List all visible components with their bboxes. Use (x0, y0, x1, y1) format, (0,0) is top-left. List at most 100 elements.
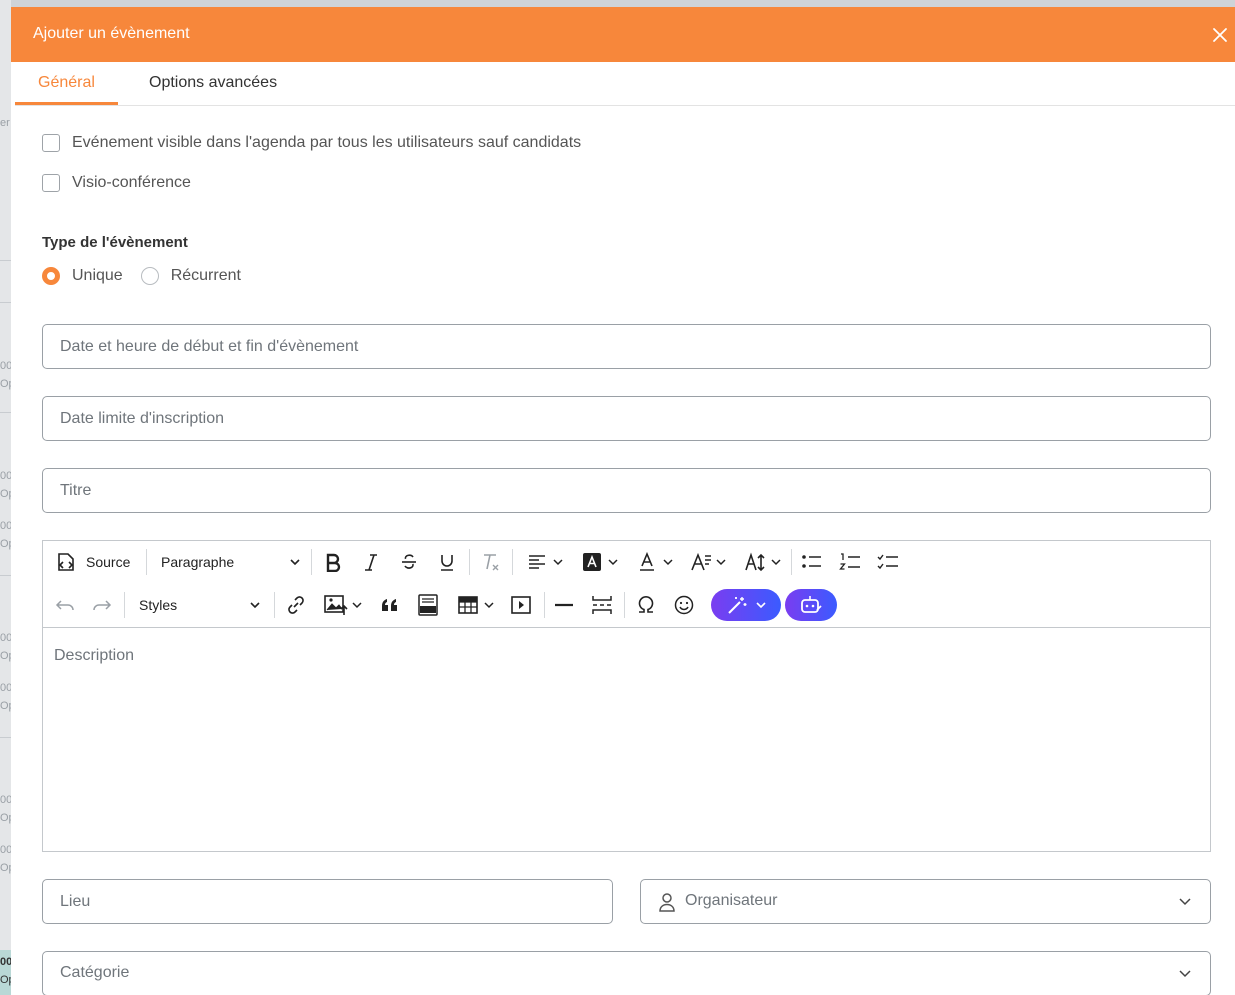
bg-divider (0, 412, 11, 413)
bg-text: 00 (0, 520, 11, 532)
location-field (42, 879, 613, 924)
toolbar-divider (624, 592, 625, 618)
toolbar-divider (469, 549, 470, 575)
tab-general[interactable]: Général (15, 62, 118, 105)
styles-dropdown[interactable]: Styles (139, 590, 261, 620)
magic-wand-icon (728, 597, 747, 614)
bg-divider (0, 575, 11, 576)
bg-text: Op (0, 974, 11, 986)
numbered-list-button[interactable] (838, 547, 862, 577)
add-event-modal: Ajouter un évènement Général Options ava… (11, 7, 1235, 995)
font-family-dropdown[interactable] (686, 547, 730, 577)
font-size-dropdown[interactable] (740, 547, 784, 577)
source-label: Source (86, 554, 131, 570)
align-left-icon (529, 555, 545, 569)
deadline-input[interactable] (43, 397, 1210, 440)
block-quote-button[interactable] (378, 590, 402, 620)
undo-icon (55, 600, 74, 611)
bg-text: Op (0, 812, 11, 824)
todo-list-icon (877, 554, 898, 570)
organizer-select[interactable]: Organisateur (640, 879, 1211, 924)
chevron-down-icon (1179, 970, 1191, 978)
background-color-dropdown[interactable] (578, 547, 622, 577)
bg-text: 00 (0, 844, 11, 856)
title-input[interactable] (43, 469, 1210, 512)
redo-icon (93, 600, 112, 611)
ai-chat-button[interactable] (785, 589, 837, 621)
insert-media-button[interactable] (509, 590, 533, 620)
ai-assistant-dropdown[interactable] (711, 589, 781, 621)
radio-recurrent-label[interactable]: Récurrent (171, 267, 241, 285)
visible-to-all-checkbox[interactable] (42, 134, 60, 152)
font-color-icon (640, 552, 654, 571)
bg-text: 00 (0, 794, 11, 806)
location-input[interactable] (43, 880, 612, 923)
radio-unique-label[interactable]: Unique (72, 267, 123, 285)
video-conference-checkbox[interactable] (42, 174, 60, 192)
visible-to-all-label: Evénement visible dans l'agenda par tous… (72, 134, 582, 151)
description-editor: Source Paragraphe Styles Description (42, 540, 1211, 852)
category-select[interactable]: Catégorie (42, 951, 1211, 995)
bg-text: 00 (0, 956, 11, 968)
date-range-input[interactable] (43, 325, 1210, 368)
todo-list-button[interactable] (876, 547, 900, 577)
strikethrough-button[interactable] (397, 547, 421, 577)
close-button[interactable] (1209, 24, 1231, 46)
remove-format-button[interactable] (479, 547, 503, 577)
radio-unique[interactable] (42, 267, 60, 285)
bg-text: Op (0, 862, 11, 874)
html-embed-button[interactable] (416, 590, 440, 620)
emoji-button[interactable] (672, 590, 696, 620)
horizontal-line-button[interactable] (552, 590, 576, 620)
bg-divider (0, 302, 11, 303)
ai-robot-icon (801, 596, 822, 613)
video-conference-checkbox-row[interactable]: Visio-conférence (42, 173, 191, 193)
title-field (42, 468, 1211, 513)
image-upload-icon (324, 595, 348, 615)
event-type-radio-group: Unique Récurrent (42, 265, 259, 287)
remove-format-icon (484, 554, 499, 571)
radio-recurrent[interactable] (140, 267, 159, 285)
link-button[interactable] (284, 590, 308, 620)
chevron-down-icon (770, 559, 781, 566)
italic-button[interactable] (359, 547, 383, 577)
underline-icon (441, 555, 453, 571)
special-characters-button[interactable] (634, 590, 658, 620)
bg-divider (0, 260, 11, 261)
underline-button[interactable] (435, 547, 459, 577)
insert-image-dropdown[interactable] (321, 590, 365, 620)
tab-advanced-options[interactable]: Options avancées (126, 62, 300, 104)
undo-button[interactable] (53, 590, 77, 620)
strikethrough-icon (402, 554, 416, 569)
chevron-down-icon (756, 602, 766, 609)
editor-content-area[interactable]: Description (43, 628, 1210, 851)
font-background-color-icon (583, 553, 601, 571)
font-family-icon (691, 552, 711, 571)
omega-icon (638, 596, 654, 613)
emoji-icon (674, 595, 694, 615)
source-icon (58, 553, 74, 571)
bulleted-list-button[interactable] (800, 547, 824, 577)
horizontal-line-icon (555, 603, 573, 607)
redo-button[interactable] (90, 590, 114, 620)
event-type-label: Type de l'évènement (42, 234, 188, 251)
paragraph-dropdown[interactable]: Paragraphe (161, 547, 301, 577)
toolbar-divider (274, 592, 275, 618)
page-break-button[interactable] (590, 590, 614, 620)
alignment-dropdown[interactable] (523, 547, 567, 577)
source-button[interactable]: Source (55, 547, 137, 577)
html-embed-icon (418, 594, 438, 616)
toolbar-divider (544, 592, 545, 618)
bg-text: Op (0, 538, 11, 550)
date-range-field (42, 324, 1211, 369)
bg-text: 00 (0, 360, 11, 372)
insert-table-dropdown[interactable] (454, 590, 498, 620)
toolbar-divider (146, 549, 147, 575)
bold-button[interactable] (321, 547, 345, 577)
toolbar-divider (791, 549, 792, 575)
font-color-dropdown[interactable] (633, 547, 677, 577)
visible-to-all-checkbox-row[interactable]: Evénement visible dans l'agenda par tous… (42, 133, 581, 153)
chevron-down-icon (290, 559, 300, 566)
chevron-down-icon (250, 602, 260, 609)
table-icon (458, 596, 478, 614)
